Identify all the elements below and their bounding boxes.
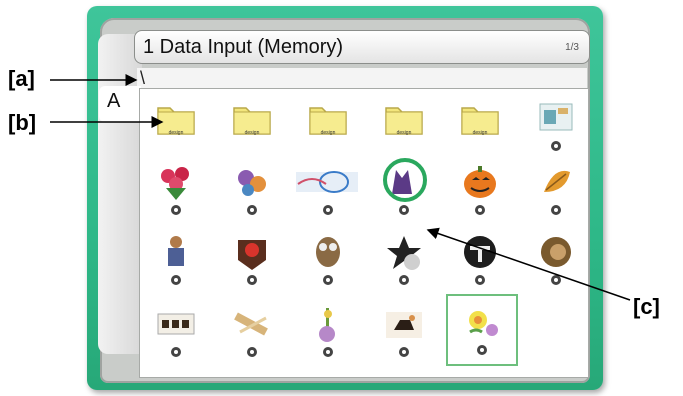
arrow-c [426,227,631,301]
callout-arrows [50,74,631,301]
